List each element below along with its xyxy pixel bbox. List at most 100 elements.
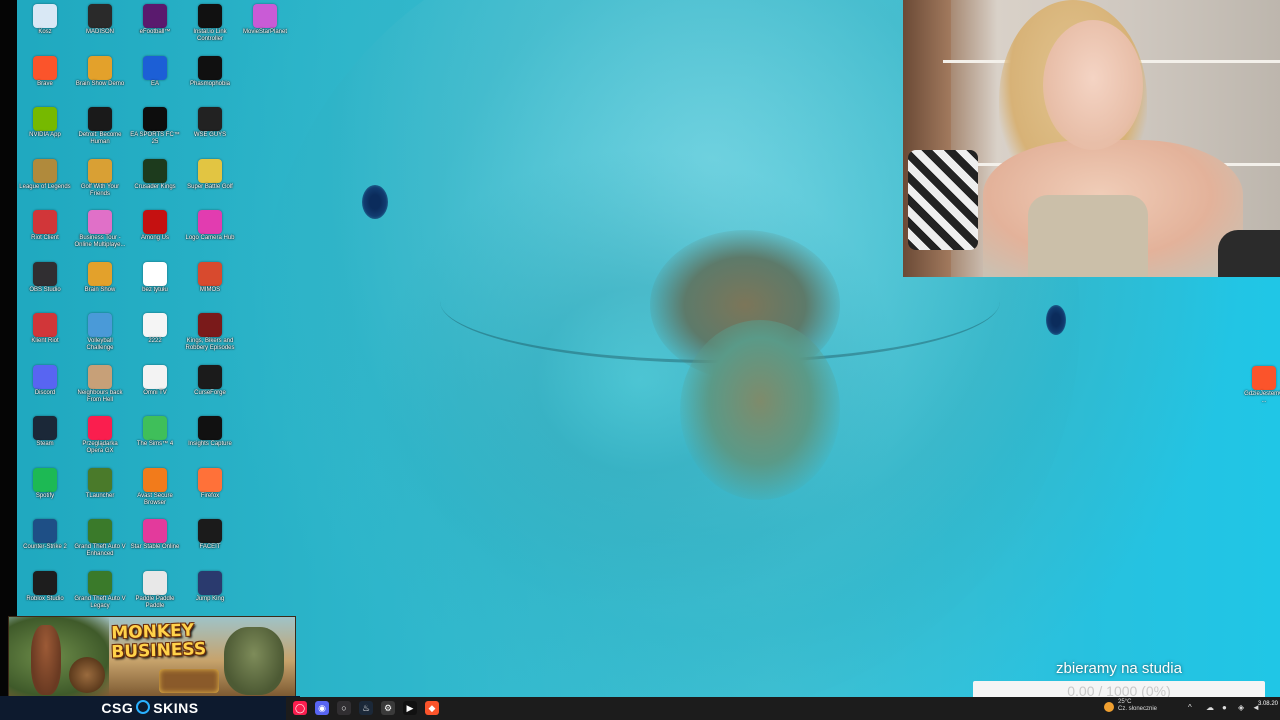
desktop-icon-label: Instal.io Link Controller (193, 29, 227, 42)
sponsor-text-right: SKINS (153, 700, 199, 716)
onedrive-icon[interactable]: ☁ (1206, 704, 1214, 712)
opera-gx-taskbar-icon[interactable]: ◯ (293, 701, 307, 715)
sponsor-text-left: CSG (101, 700, 134, 716)
weather-description: Cz. słonecznie (1118, 706, 1158, 712)
document-icon (143, 313, 167, 337)
desktop-icon[interactable]: Brave (19, 54, 71, 88)
desktop-icon[interactable]: Among Us (129, 208, 181, 242)
desktop-icon[interactable]: Neighbours back From Hell (74, 363, 126, 404)
desktop-icon[interactable]: FACEIT (184, 517, 236, 551)
network-icon[interactable]: ◈ (1238, 704, 1246, 712)
desktop-icon[interactable]: bez tytułu (129, 260, 181, 294)
microphone-icon[interactable]: ● (1222, 704, 1230, 712)
chevron-up-icon[interactable]: ^ (1188, 704, 1196, 712)
desktop-icon[interactable]: Klient Riot (19, 311, 71, 345)
ad-title: MONKEY BUSINESS (110, 620, 207, 663)
desktop-icon-label: FACEIT (199, 544, 221, 550)
webcam-checkered-pillow (908, 150, 978, 250)
discord-icon (33, 364, 57, 389)
desktop-icon-label: Przeglądarka Opera GX (82, 441, 118, 454)
desktop-icon[interactable]: Avast Secure Browser (129, 466, 181, 507)
desktop-icon-label: OBS Studio (29, 286, 61, 293)
desktop-icon[interactable]: OBS Studio (19, 260, 71, 294)
desktop-icon[interactable]: Steam (19, 414, 71, 448)
sponsor-bar[interactable]: CSG SKINS (0, 696, 300, 720)
desktop-icon[interactable]: The Sims™ 4 (129, 414, 181, 448)
desktop-icon-label: Brain Show (84, 286, 116, 293)
capture-taskbar-icon[interactable]: ▶ (403, 701, 417, 715)
desktop-icon[interactable]: TLauncher (74, 466, 126, 500)
desktop-icon[interactable]: Volleyball Challenge (74, 311, 126, 352)
desktop-icon[interactable]: Kosz (19, 2, 71, 36)
steam-taskbar-icon[interactable]: ♨ (359, 701, 373, 715)
desktop-icon[interactable]: WSE GUYS (184, 105, 236, 139)
desktop-icon[interactable]: Phasmophobia (184, 54, 236, 88)
discord-taskbar-icon[interactable]: ◉ (315, 701, 329, 715)
screen-left-border (0, 0, 17, 720)
desktop-icon[interactable]: NVIDIA App (19, 105, 71, 139)
desktop-icon[interactable]: Przeglądarka Opera GX (74, 414, 126, 455)
webcam-streamer-top (1028, 195, 1148, 277)
ad-banner-monkey-business[interactable]: MONKEY BUSINESS (8, 616, 296, 697)
desktop-icon[interactable]: Insights Capture (184, 414, 236, 448)
desktop-icon-label: Jump King (195, 595, 225, 602)
desktop-icon-label: Omni TV (143, 389, 167, 396)
desktop-icon[interactable]: MovieStarPlanet (239, 2, 291, 36)
desktop-icon[interactable]: Counter-Strike 2 (19, 517, 71, 551)
desktop-icon-right[interactable]: GdzieJestemQ... (1244, 364, 1280, 405)
desktop-icon[interactable]: Riot Client (19, 208, 71, 242)
desktop-icon-label: Avast Secure Browser (137, 492, 173, 506)
steam-icon (33, 416, 57, 440)
camera-hub-icon (198, 210, 222, 234)
obs-taskbar-icon[interactable]: ○ (337, 701, 351, 715)
desktop-icon[interactable]: Star Stable Online (129, 517, 181, 551)
desktop-icon[interactable]: Detroit: Become Human (74, 105, 126, 146)
settings-taskbar-icon[interactable]: ⚙ (381, 701, 395, 715)
webcam-streamer-face (1043, 20, 1143, 150)
brave-browser-icon (33, 55, 57, 80)
desktop-icon[interactable]: League of Legends (19, 157, 71, 191)
desktop-icon-label: Discord (34, 389, 56, 396)
desktop-icon[interactable]: Grand Theft Auto V Enhanced (74, 517, 126, 558)
desktop-icon-label: Neighbours back From Hell (77, 389, 123, 403)
desktop-icon[interactable]: eFootball™ (129, 2, 181, 36)
desktop-icon[interactable]: Spotify (19, 466, 71, 500)
desktop-icon-label: Counter-Strike 2 (23, 544, 67, 550)
super-battle-golf-icon (198, 158, 222, 183)
volleyball-icon (88, 313, 112, 337)
desktop-icon[interactable]: Instal.io Link Controller (184, 2, 236, 43)
desktop-icon[interactable]: Super Battle Golf (184, 157, 236, 191)
desktop-icon[interactable]: CurseForge (184, 363, 236, 397)
gta-v-legacy-icon (88, 570, 112, 595)
desktop-icon[interactable]: Omni TV (129, 363, 181, 397)
desktop-icon[interactable]: Firefox (184, 466, 236, 500)
sponsor-ring-icon (136, 700, 151, 714)
taskbar-weather-widget[interactable]: 25°C Cz. słonecznie (1118, 699, 1157, 713)
wallpaper-dolphin-left-eye (362, 185, 388, 219)
desktop-icon[interactable]: Paddle Paddle Paddle (129, 569, 181, 610)
desktop-icon[interactable]: EA (129, 54, 181, 88)
desktop-icon[interactable]: Brain Show (74, 260, 126, 294)
desktop-icon-label: Golf With Your Friends (80, 183, 120, 197)
brain-show-icon (88, 261, 112, 286)
desktop-icon[interactable]: EA SPORTS FC™ 25 (129, 105, 181, 146)
desktop-icon[interactable]: Business Tour - Online Multiplaye... (74, 208, 126, 249)
desktop-icon[interactable]: Kings, Bikers and Robbery Episodes (184, 311, 236, 352)
desktop-icon[interactable]: Roblox Studio (19, 569, 71, 603)
desktop-icon[interactable]: Discord (19, 363, 71, 397)
desktop-icon[interactable]: Golf With Your Friends (74, 157, 126, 198)
desktop-icon[interactable]: 2222 (129, 311, 181, 345)
desktop-icon[interactable]: Logo Camera Hub (184, 208, 236, 242)
taskbar-clock[interactable]: 3.08.20 (1258, 700, 1278, 708)
among-us-icon (143, 210, 167, 234)
desktop-icon[interactable]: Brain Show Demo (74, 54, 126, 88)
brave-taskbar-icon[interactable]: ◆ (425, 701, 439, 715)
desktop-icon[interactable]: Crusader Kings (129, 157, 181, 191)
desktop-icon[interactable]: MADISON (74, 2, 126, 36)
desktop-icon-label: MADISON (85, 29, 114, 35)
desktop-icon-label: Super Battle Golf (187, 183, 233, 190)
desktop-icon[interactable]: Jump King (184, 569, 236, 603)
desktop-icon[interactable]: Grand Theft Auto V Legacy (74, 569, 126, 610)
tlauncher-icon (88, 467, 112, 492)
desktop-icon[interactable]: MIMOS (184, 260, 236, 294)
